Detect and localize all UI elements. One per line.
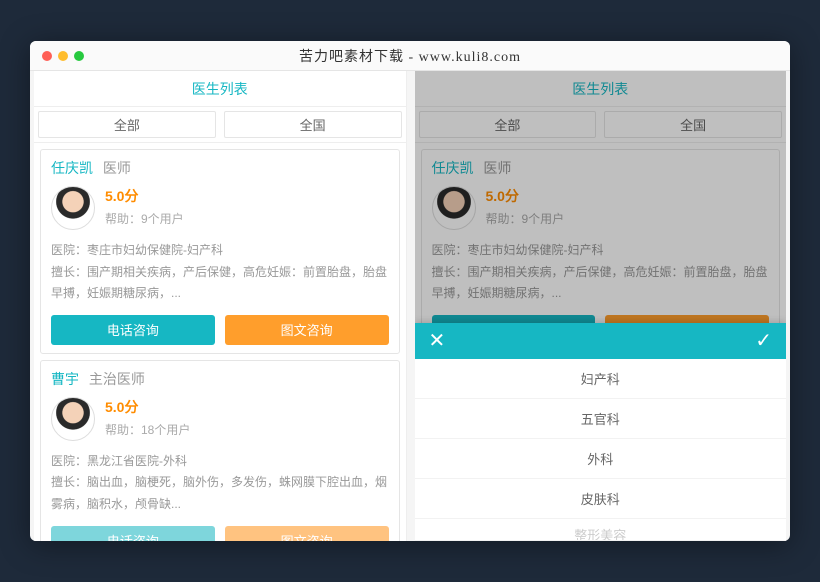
sheet-header: ✕ ✓ [415,323,787,359]
sheet-option[interactable]: 外科 [415,439,787,479]
tabs: 全部 全国 [34,107,406,143]
page-title: 医生列表 [415,71,787,107]
skill: 擅长：围产期相关疾病，产后保健，高危妊娠：前置胎盘，胎盘早搏，妊娠期糖尿病，..… [51,262,389,305]
doctor-name-row: 任庆凯 医师 [51,158,389,178]
doctor-name: 任庆凯 [432,160,474,176]
doctor-name-row: 曹宇 主治医师 [51,369,389,389]
doctor-name: 曹宇 [51,371,79,387]
sheet-option[interactable]: 五官科 [415,399,787,439]
doctor-role: 主治医师 [89,371,145,387]
avatar [51,397,95,441]
score: 5.0分 [105,186,184,206]
hospital: 医院：黑龙江省医院-外科 [51,451,389,473]
titlebar: 苦力吧素材下载 - www.kuli8.com [30,41,790,71]
content: 医生列表 全部 全国 任庆凯 医师 5.0分 帮助：9个用户 [30,71,790,541]
help-count: 帮助：18个用户 [105,421,190,438]
phone-consult-button[interactable]: 电话咨询 [51,526,215,541]
sheet-option[interactable]: 妇产科 [415,359,787,399]
left-panel: 医生列表 全部 全国 任庆凯 医师 5.0分 帮助：9个用户 [34,71,407,541]
tab-all[interactable]: 全部 [419,111,597,138]
doctor-name: 任庆凯 [51,160,93,176]
page-title: 医生列表 [34,71,406,107]
skill: 擅长：围产期相关疾病，产后保健，高危妊娠：前置胎盘，胎盘早搏，妊娠期糖尿病，..… [432,262,770,305]
window-title: 苦力吧素材下载 - www.kuli8.com [30,46,790,66]
doctor-role: 医师 [483,160,511,176]
avatar [51,186,95,230]
avatar [432,186,476,230]
tab-all[interactable]: 全部 [38,111,216,138]
confirm-icon[interactable]: ✓ [755,331,772,351]
hospital: 医院：枣庄市妇幼保健院-妇产科 [51,240,389,262]
skill: 擅长：脑出血，脑梗死，脑外伤，多发伤，蛛网膜下腔出血，烟雾病，脑积水，颅骨缺..… [51,472,389,515]
bottom-sheet: ✕ ✓ 妇产科 五官科 外科 皮肤科 整形美容 [415,323,787,541]
sheet-option[interactable]: 皮肤科 [415,479,787,519]
doctor-name-row: 任庆凯 医师 [432,158,770,178]
tabs: 全部 全国 [415,107,787,143]
doctor-card: 任庆凯 医师 5.0分 帮助：9个用户 医院：枣庄市妇幼保健院-妇产科 擅长：围… [40,149,400,354]
hospital: 医院：枣庄市妇幼保健院-妇产科 [432,240,770,262]
help-count: 帮助：9个用户 [105,210,184,227]
phone-consult-button[interactable]: 电话咨询 [51,315,215,345]
browser-window: 苦力吧素材下载 - www.kuli8.com 医生列表 全部 全国 任庆凯 医… [30,41,790,541]
score: 5.0分 [486,186,565,206]
sheet-option[interactable]: 整形美容 [415,519,787,541]
doctor-card: 曹宇 主治医师 5.0分 帮助：18个用户 医院：黑龙江省医院-外科 擅长：脑出… [40,360,400,541]
doctor-role: 医师 [103,160,131,176]
tab-nation[interactable]: 全国 [224,111,402,138]
score: 5.0分 [105,397,190,417]
text-consult-button[interactable]: 图文咨询 [225,315,389,345]
help-count: 帮助：9个用户 [486,210,565,227]
close-icon[interactable]: ✕ [429,331,446,351]
text-consult-button[interactable]: 图文咨询 [225,526,389,541]
right-panel: 医生列表 全部 全国 任庆凯 医师 5.0分 帮助：9个用户 [415,71,787,541]
tab-nation[interactable]: 全国 [604,111,782,138]
